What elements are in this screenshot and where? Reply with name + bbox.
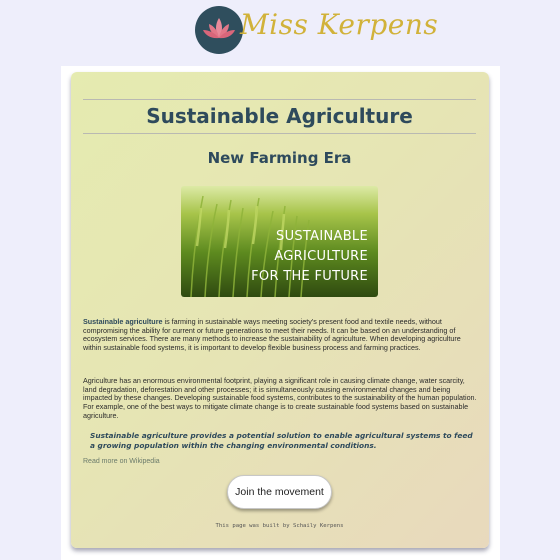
hero-line-2: AGRICULTURE: [274, 249, 368, 264]
wikipedia-link[interactable]: Read more on Wikipedia: [83, 458, 160, 465]
hero-line-3: FOR THE FUTURE: [251, 269, 368, 284]
lotus-icon: [203, 18, 235, 39]
intro-lead: Sustainable agriculture: [83, 317, 163, 326]
highlight-quote: Sustainable agriculture provides a poten…: [90, 431, 473, 450]
logo-badge[interactable]: [195, 6, 243, 54]
title-top-divider: [83, 99, 476, 100]
join-movement-button[interactable]: Join the movement: [227, 475, 332, 509]
logo-wordmark: Miss Kerpens: [240, 8, 439, 41]
page-footer: This page was built by Schaily Kerpens: [215, 523, 344, 529]
page-title: Sustainable Agriculture: [146, 104, 413, 128]
site-header: Miss Kerpens: [0, 0, 560, 62]
intro-paragraph: Sustainable agriculture is farming in su…: [83, 317, 478, 353]
hero-line-1: SUSTAINABLE: [276, 229, 368, 244]
impact-paragraph: Agriculture has an enormous environmenta…: [83, 376, 477, 420]
hero-caption: SUSTAINABLE AGRICULTURE FOR THE FUTURE: [251, 227, 368, 287]
title-bottom-divider: [83, 133, 476, 134]
hero-image: SUSTAINABLE AGRICULTURE FOR THE FUTURE: [181, 186, 378, 297]
article-subtitle: New Farming Era: [207, 149, 352, 167]
